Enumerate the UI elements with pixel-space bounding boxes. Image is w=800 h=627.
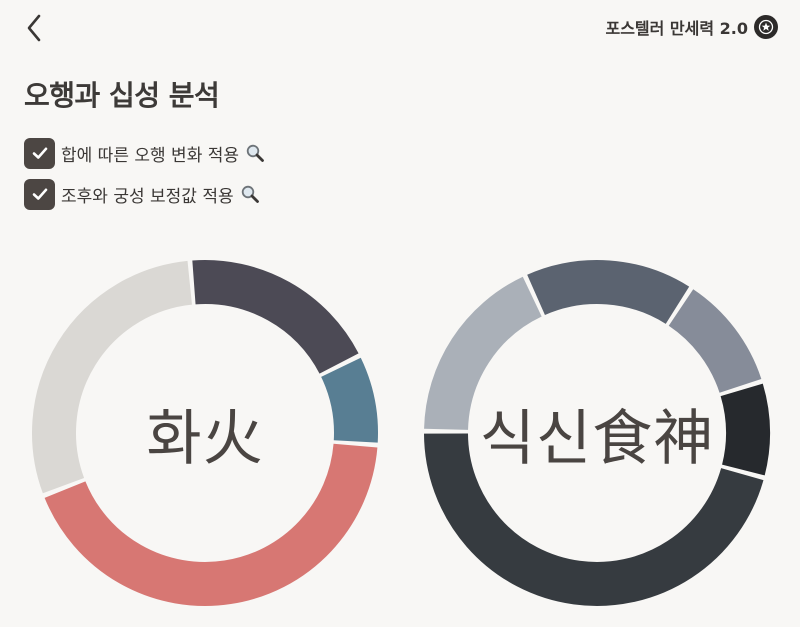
app-title-button[interactable]: 포스텔러 만세력 2.0	[605, 12, 778, 42]
option-label: 조후와 궁성 보정값 적용	[61, 186, 234, 207]
page-title: 오행과 십성 분석	[24, 79, 220, 112]
checkbox-checked[interactable]	[24, 137, 55, 169]
checkbox-checked[interactable]	[24, 178, 55, 210]
magnifier-icon[interactable]	[245, 143, 265, 163]
magnifier-icon[interactable]	[240, 184, 260, 204]
back-button[interactable]	[18, 10, 50, 46]
five-elements-donut-chart: 화火	[28, 256, 382, 610]
option-combination-change[interactable]: 합에 따른 오행 변화 적용	[24, 137, 265, 169]
option-label: 합에 따른 오행 변화 적용	[61, 145, 240, 166]
option-climate-correction[interactable]: 조후와 궁성 보정값 적용	[24, 178, 260, 210]
checkmark-icon	[32, 188, 47, 200]
app-title: 포스텔러 만세력 2.0	[605, 19, 748, 38]
top-bar: 포스텔러 만세력 2.0	[0, 0, 800, 56]
ten-gods-donut-chart: 식신食神	[420, 256, 774, 610]
star-badge-icon	[754, 15, 778, 39]
chart-center-label: 식신食神	[479, 403, 715, 474]
checkmark-icon	[32, 147, 47, 159]
chart-center-label: 화火	[146, 403, 264, 474]
chevron-left-icon	[27, 14, 41, 42]
